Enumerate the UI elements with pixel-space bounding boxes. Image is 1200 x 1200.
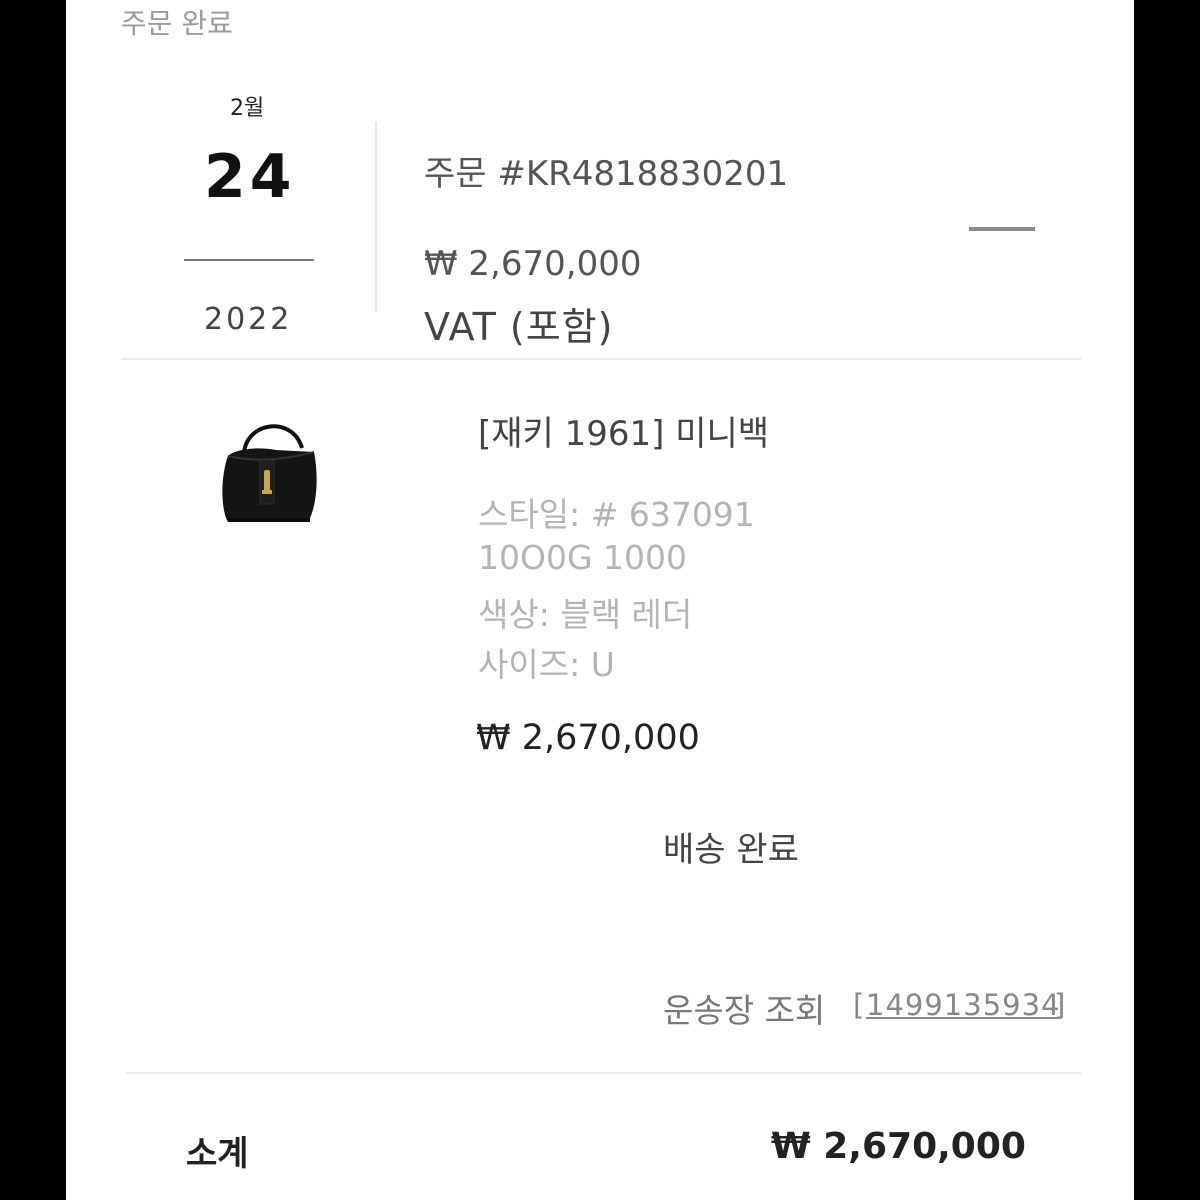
product-style-code: 10O0G 1000 xyxy=(478,538,688,577)
order-day: 24 xyxy=(204,142,296,212)
collapse-toggle-button[interactable] xyxy=(969,220,1037,238)
order-year: 2022 xyxy=(204,302,293,337)
product-style: 스타일: # 637091 xyxy=(478,495,755,534)
item-price: ₩ 2,670,000 xyxy=(476,718,700,758)
product-name[interactable]: [재키 1961] 미니백 xyxy=(478,406,769,455)
order-status-heading: 주문 완료 xyxy=(121,7,233,40)
section-divider xyxy=(121,358,1081,360)
order-number: 주문 #KR4818830201 xyxy=(424,154,789,194)
date-divider xyxy=(184,259,314,261)
product-size: 사이즈: U xyxy=(478,645,615,684)
subtotal-label: 소계 xyxy=(186,1134,249,1174)
tracking-bracket-open: [ xyxy=(853,988,865,1022)
summary-divider xyxy=(126,1072,1081,1074)
order-month: 2월 xyxy=(230,96,265,121)
handbag-image xyxy=(222,424,317,522)
minus-icon xyxy=(969,227,1035,231)
vat-note: VAT (포함) xyxy=(424,305,614,349)
subtotal-value: ₩ 2,670,000 xyxy=(771,1126,1026,1167)
tracking-bracket-close: ] xyxy=(1054,988,1066,1022)
tracking-number-link[interactable]: 1499135934 xyxy=(866,988,1061,1022)
order-total: ₩ 2,670,000 xyxy=(424,244,642,284)
tracking-label: 운송장 조회 xyxy=(663,991,826,1030)
delivery-status: 배송 완료 xyxy=(663,830,799,870)
order-detail-panel: 주문 완료 2월 24 2022 주문 #KR4818830201 ₩ 2,67… xyxy=(66,0,1134,1200)
product-color: 색상: 블랙 레더 xyxy=(478,595,693,634)
vertical-divider xyxy=(375,122,377,312)
